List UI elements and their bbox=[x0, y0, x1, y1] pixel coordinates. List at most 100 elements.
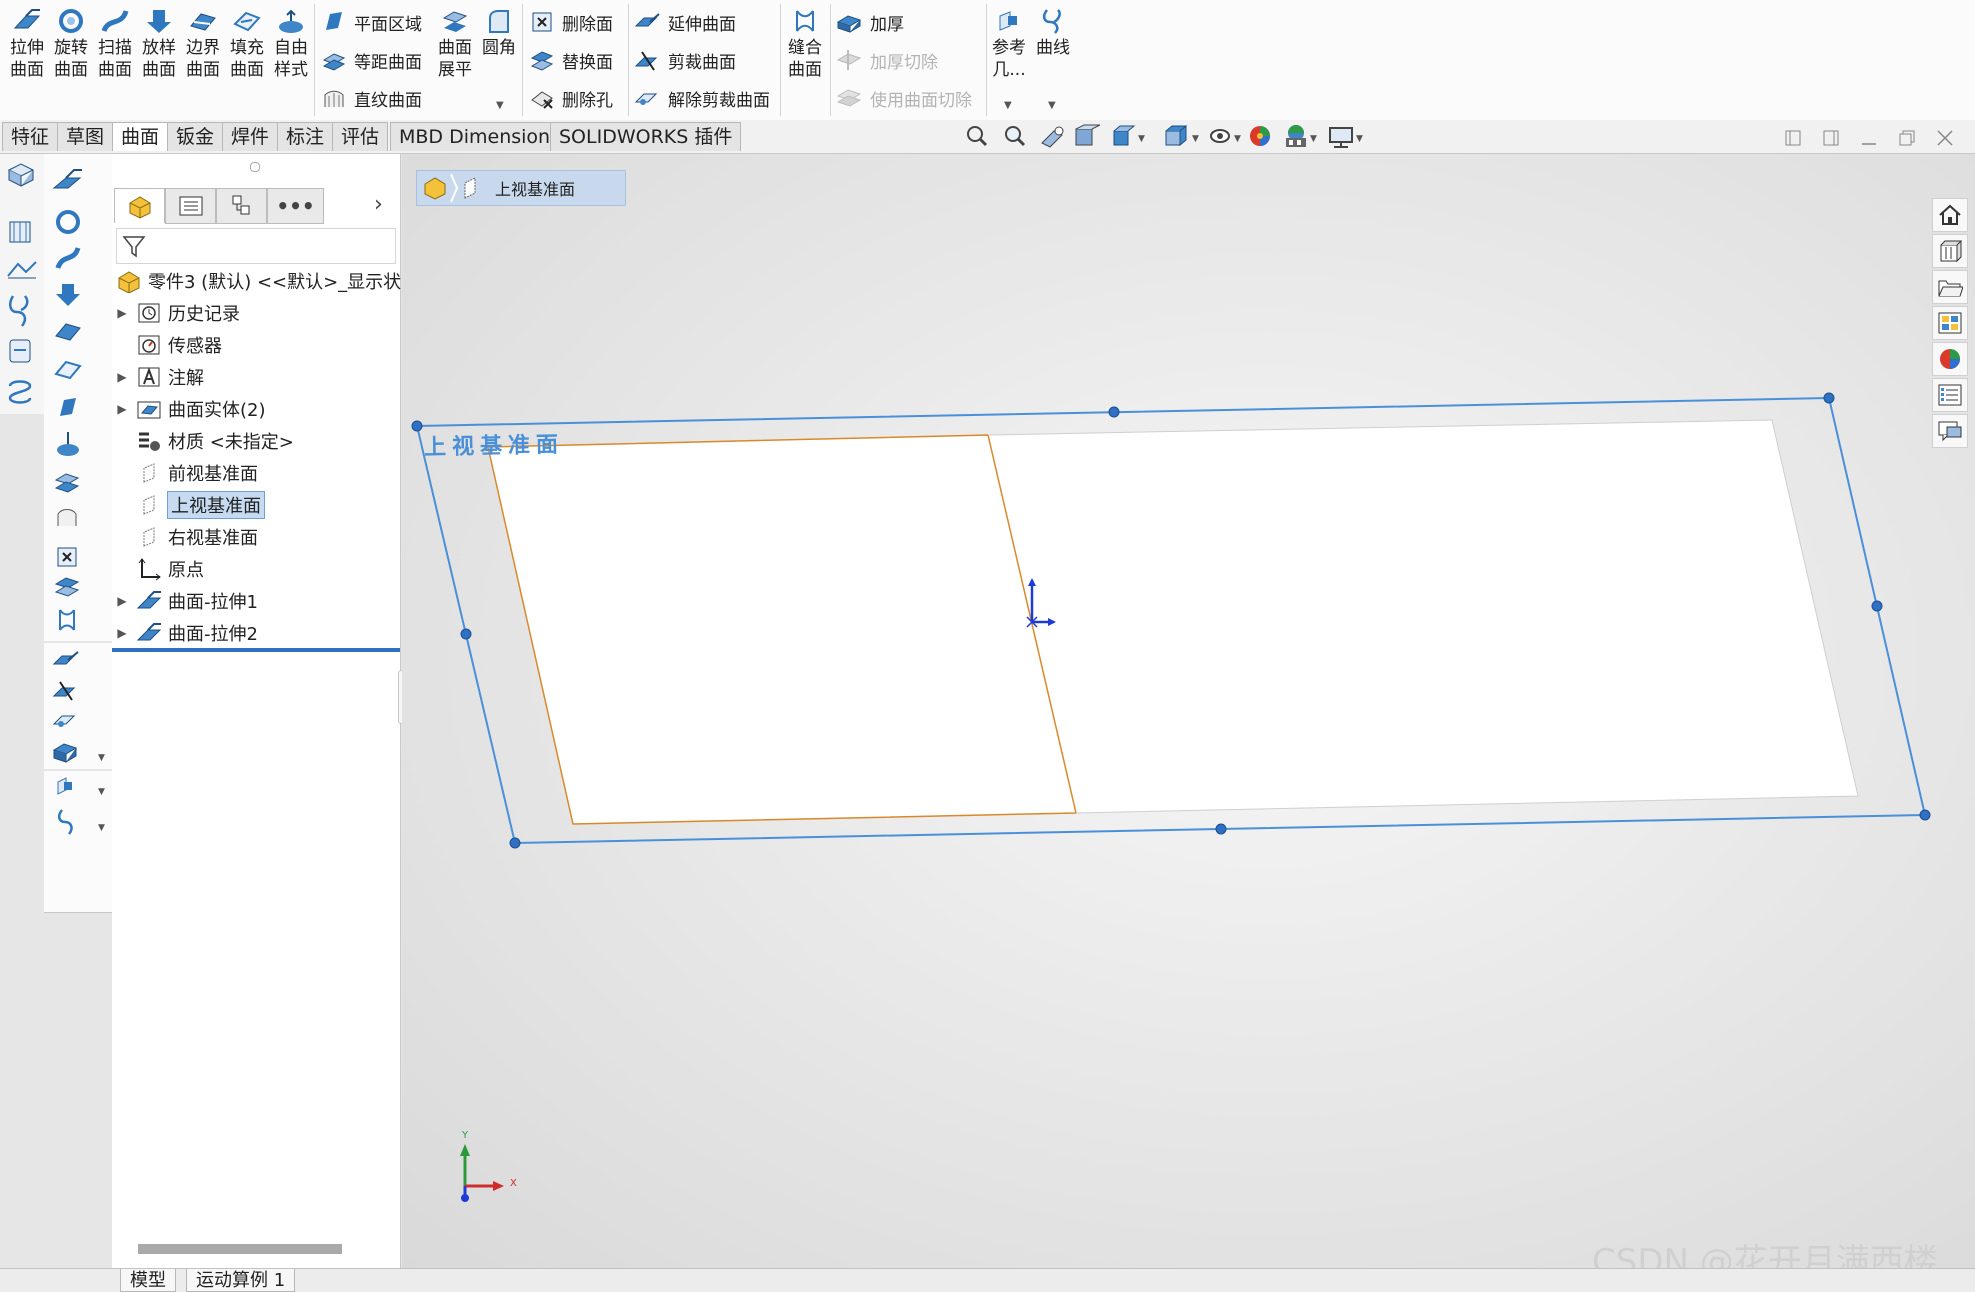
expand-arrow-icon[interactable]: ▶ bbox=[112, 306, 132, 320]
filled-surface-button[interactable]: 填充 曲面 bbox=[226, 6, 268, 81]
extruded-surface-icon[interactable] bbox=[52, 169, 82, 189]
thicken-button[interactable]: 加厚 bbox=[836, 6, 904, 38]
reference-geometry-dropdown-icon[interactable]: ▼ bbox=[1004, 100, 1012, 111]
custom-properties-button[interactable] bbox=[1932, 378, 1968, 412]
tree-item-material[interactable]: 材质 <未指定> bbox=[112, 426, 294, 456]
flatten-surface-button[interactable]: 曲面 展平 bbox=[434, 6, 476, 81]
curves-dropdown-icon[interactable]: ▼ bbox=[1048, 100, 1056, 111]
expand-arrow-icon[interactable]: ▶ bbox=[112, 402, 132, 416]
knit-surface-button[interactable]: 缝合 曲面 bbox=[784, 6, 826, 81]
extend-surface-icon[interactable] bbox=[52, 651, 79, 665]
tab-sheet-metal[interactable]: 钣金 bbox=[167, 122, 224, 151]
graphics-area[interactable]: 上视基准面 上视基准面 Y X CSDN @花开月满西楼 bbox=[402, 154, 1975, 1282]
trim-surface-button[interactable]: 剪裁曲面 bbox=[634, 44, 736, 76]
home-button[interactable] bbox=[1932, 198, 1968, 232]
tree-item-surface-extrude-2[interactable]: ▶ 曲面-拉伸2 bbox=[112, 618, 258, 648]
close-icon[interactable] bbox=[1937, 130, 1953, 146]
thicken-icon[interactable]: ▼ bbox=[52, 743, 105, 763]
tree-filter[interactable] bbox=[116, 228, 396, 264]
split-line-icon[interactable] bbox=[9, 339, 31, 363]
configuration-manager-tab[interactable] bbox=[216, 188, 268, 224]
freeform-button[interactable]: 自由 样式 bbox=[270, 6, 312, 81]
rollback-bar[interactable] bbox=[112, 648, 400, 652]
expand-arrow-icon[interactable]: ▶ bbox=[112, 370, 132, 384]
trim-surface-icon[interactable] bbox=[52, 681, 76, 701]
display-style-icon[interactable]: ▼ bbox=[1165, 125, 1199, 147]
helix-icon[interactable] bbox=[8, 380, 32, 404]
swept-surface-icon[interactable] bbox=[55, 247, 81, 269]
zoom-to-fit-icon[interactable] bbox=[967, 126, 988, 147]
reference-geometry-button[interactable]: 参考 几... bbox=[988, 6, 1030, 81]
fillet-dropdown-icon[interactable]: ▼ bbox=[496, 100, 504, 111]
tab-features[interactable]: 特征 bbox=[2, 122, 59, 151]
swept-surface-button[interactable]: 扫描 曲面 bbox=[94, 6, 136, 81]
planar-surface-button[interactable]: 平面区域 bbox=[322, 6, 422, 38]
boundary-surface-icon[interactable] bbox=[55, 323, 81, 341]
offset-surface-icon[interactable] bbox=[54, 473, 80, 493]
chevron-right-icon[interactable]: › bbox=[374, 192, 383, 217]
tree-item-sensors[interactable]: 传感器 bbox=[112, 330, 222, 360]
appearances-button[interactable] bbox=[1932, 342, 1968, 376]
expand-arrow-icon[interactable]: ▶ bbox=[112, 626, 132, 640]
tile-right-icon[interactable] bbox=[1823, 130, 1839, 146]
feature-manager-tab[interactable] bbox=[114, 188, 166, 223]
delete-face-button[interactable]: 删除面 bbox=[530, 6, 613, 38]
tile-left-icon[interactable] bbox=[1785, 130, 1801, 146]
edit-appearance-icon[interactable] bbox=[1250, 126, 1270, 146]
tree-item-surface-extrude-1[interactable]: ▶ 曲面-拉伸1 bbox=[112, 586, 258, 616]
ruled-surface-button[interactable]: 直纹曲面 bbox=[322, 82, 422, 114]
untrim-surface-icon[interactable] bbox=[52, 715, 76, 727]
instant-3d-icon[interactable] bbox=[9, 221, 31, 243]
view-settings-icon[interactable]: ▼ bbox=[1329, 127, 1363, 148]
view-orientation-icon[interactable]: ▼ bbox=[1113, 125, 1145, 146]
expand-arrow-icon[interactable]: ▶ bbox=[112, 594, 132, 608]
revolved-surface-button[interactable]: 旋转 曲面 bbox=[50, 6, 92, 81]
pane-grip[interactable] bbox=[250, 162, 260, 172]
tab-solidworks-addins[interactable]: SOLIDWORKS 插件 bbox=[550, 122, 742, 151]
curves-button[interactable]: 曲线 bbox=[1032, 6, 1074, 59]
boundary-surface-button[interactable]: 边界 曲面 bbox=[182, 6, 224, 81]
previous-view-icon[interactable] bbox=[1041, 126, 1064, 148]
property-manager-tab[interactable] bbox=[165, 188, 217, 224]
lofted-surface-icon[interactable] bbox=[56, 284, 80, 306]
horizontal-scrollbar[interactable] bbox=[138, 1244, 342, 1254]
tab-mbd-dimensions[interactable]: MBD Dimensions bbox=[390, 122, 569, 151]
apply-scene-icon[interactable]: ▼ bbox=[1286, 125, 1317, 147]
freeform-icon[interactable] bbox=[57, 432, 79, 456]
file-explorer-button[interactable] bbox=[1932, 270, 1968, 304]
fillet-button[interactable]: 圆角 bbox=[478, 6, 520, 59]
3d-sketch-icon[interactable] bbox=[7, 163, 35, 187]
untrim-surface-button[interactable]: 解除剪裁曲面 bbox=[634, 82, 770, 114]
replace-face-icon[interactable] bbox=[54, 577, 80, 597]
lofted-surface-button[interactable]: 放样 曲面 bbox=[138, 6, 180, 81]
zoom-to-area-icon[interactable] bbox=[1005, 126, 1026, 147]
delete-hole-button[interactable]: 删除孔 bbox=[530, 82, 613, 114]
more-tabs-icon[interactable]: ••• bbox=[267, 188, 324, 224]
extend-surface-button[interactable]: 延伸曲面 bbox=[634, 6, 736, 38]
revolved-surface-icon[interactable] bbox=[56, 210, 80, 234]
tab-model[interactable]: 模型 bbox=[120, 1269, 176, 1292]
tab-weldments[interactable]: 焊件 bbox=[222, 122, 279, 151]
offset-surface-button[interactable]: 等距曲面 bbox=[322, 44, 422, 76]
replace-face-button[interactable]: 替换面 bbox=[530, 44, 613, 76]
tree-item-front-plane[interactable]: 前视基准面 bbox=[112, 458, 258, 488]
ruled-surface-icon[interactable] bbox=[57, 509, 77, 527]
delete-face-icon[interactable] bbox=[57, 547, 77, 567]
surface-extrude-2[interactable] bbox=[988, 420, 1858, 813]
tree-item-origin[interactable]: 原点 bbox=[112, 554, 204, 584]
tree-item-surface-bodies[interactable]: ▶ 曲面实体(2) bbox=[112, 394, 265, 424]
forum-button[interactable] bbox=[1932, 414, 1968, 448]
section-view-icon[interactable] bbox=[1075, 124, 1101, 146]
reference-geometry-icon[interactable]: ▼ bbox=[57, 777, 105, 797]
thicken-cut-button[interactable]: 加厚切除 bbox=[836, 44, 938, 76]
restore-icon[interactable] bbox=[1899, 130, 1915, 146]
planar-surface-icon[interactable] bbox=[60, 398, 76, 416]
tab-markup[interactable]: 标注 bbox=[277, 122, 334, 151]
tree-item-history[interactable]: ▶ 历史记录 bbox=[112, 298, 240, 328]
hide-show-items-icon[interactable]: ▼ bbox=[1210, 129, 1241, 144]
filled-surface-icon[interactable] bbox=[54, 360, 82, 380]
tab-evaluate[interactable]: 评估 bbox=[332, 122, 389, 151]
sketch-line-icon[interactable] bbox=[7, 261, 37, 279]
knit-surface-icon[interactable] bbox=[59, 609, 75, 631]
tree-item-right-plane[interactable]: 右视基准面 bbox=[112, 522, 258, 552]
